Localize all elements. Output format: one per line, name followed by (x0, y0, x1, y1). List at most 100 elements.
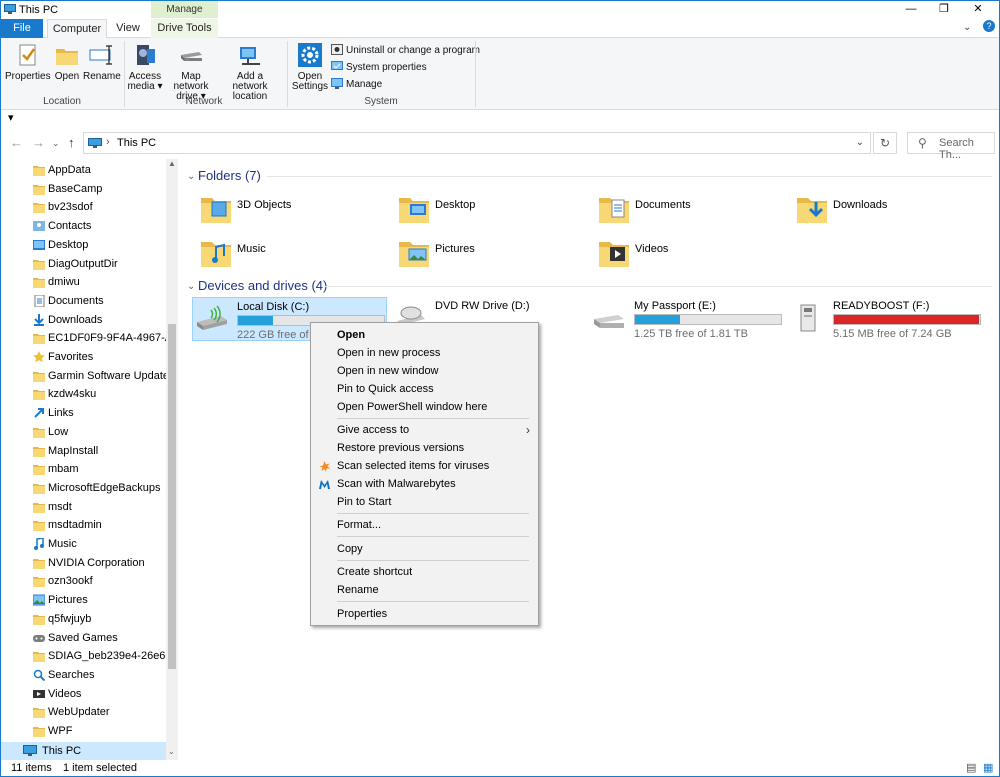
nav-scrollbar[interactable]: ▲ ⌄ (166, 159, 178, 760)
open-button[interactable]: Open (53, 41, 81, 82)
nav-item[interactable]: Downloads (1, 311, 166, 329)
nav-item[interactable]: Contacts (1, 217, 166, 235)
maximize-button[interactable]: ❐ (929, 1, 959, 18)
nav-item-this-pc[interactable]: This PC (1, 742, 166, 760)
folders-header[interactable]: Folders (7) (198, 168, 261, 183)
drive-item[interactable]: READYBOOST (F:) 5.15 MB free of 7.24 GB (789, 297, 984, 341)
menu-properties[interactable]: Properties (313, 605, 536, 623)
menu-open-powershell[interactable]: Open PowerShell window here (313, 398, 536, 416)
nav-item[interactable]: Videos (1, 685, 166, 703)
nav-item[interactable]: Desktop (1, 236, 166, 254)
devices-collapse-icon[interactable]: ⌄ (187, 281, 195, 292)
nav-item[interactable]: MapInstall (1, 442, 166, 460)
tab-file[interactable]: File (1, 19, 43, 38)
folder-item[interactable]: Music (199, 236, 389, 276)
menu-open[interactable]: Open (313, 326, 536, 344)
add-network-location-button[interactable]: Add a network location (219, 41, 281, 102)
menu-scan-viruses[interactable]: Scan selected items for viruses (313, 457, 536, 475)
nav-item[interactable]: WebUpdater (1, 703, 166, 721)
folder-item[interactable]: 3D Objects (199, 192, 389, 232)
menu-open-new-process[interactable]: Open in new process (313, 344, 536, 362)
folder-item[interactable]: Downloads (795, 192, 985, 232)
menu-give-access[interactable]: Give access to › (313, 421, 536, 439)
forward-arrow-icon[interactable]: → (32, 135, 45, 150)
help-icon[interactable]: ? (983, 20, 995, 32)
nav-item[interactable]: BaseCamp (1, 180, 166, 198)
folders-collapse-icon[interactable]: ⌄ (187, 171, 195, 182)
manage-button[interactable]: Manage (331, 78, 382, 90)
address-dropdown-icon[interactable]: ⌄ (856, 137, 864, 148)
breadcrumb[interactable]: This PC (117, 137, 156, 149)
up-arrow-icon[interactable]: ↑ (68, 135, 75, 150)
open-settings-button[interactable]: Open Settings (291, 41, 329, 92)
folder-item[interactable]: Pictures (397, 236, 587, 276)
folder-icon (33, 519, 45, 532)
scrollbar-thumb[interactable] (168, 324, 176, 669)
nav-item[interactable]: WPF (1, 722, 166, 740)
drive-usage-fill (834, 315, 979, 324)
devices-header[interactable]: Devices and drives (4) (198, 278, 327, 293)
nav-item[interactable]: Garmin Software Updates (1, 367, 166, 385)
nav-item[interactable]: SDIAG_beb239e4-26e6-46 (1, 647, 166, 665)
nav-item[interactable]: msdt (1, 498, 166, 516)
nav-item[interactable]: AppData (1, 161, 166, 179)
minimize-button[interactable]: — (896, 1, 926, 18)
nav-item[interactable]: Pictures (1, 591, 166, 609)
nav-item[interactable]: NVIDIA Corporation (1, 554, 166, 572)
menu-format[interactable]: Format... (313, 516, 536, 534)
details-view-icon[interactable]: ▤ (966, 760, 976, 776)
nav-item[interactable]: Documents (1, 292, 166, 310)
refresh-button[interactable]: ↻ (873, 132, 897, 154)
rename-button[interactable]: Rename (83, 41, 121, 82)
back-arrow-icon[interactable]: ← (10, 135, 23, 150)
menu-copy[interactable]: Copy (313, 540, 536, 558)
recent-locations-icon[interactable]: ⌄ (52, 138, 60, 149)
tab-manage[interactable]: Manage (151, 1, 218, 18)
nav-item[interactable]: kzdw4sku (1, 385, 166, 403)
address-bar[interactable]: › This PC ⌄ (83, 132, 871, 154)
ribbon-expand-icon[interactable]: ⌄ (963, 22, 971, 33)
search-input[interactable]: ⚲ Search Th... (907, 132, 995, 161)
scroll-down-icon[interactable]: ⌄ (168, 747, 175, 756)
nav-item[interactable]: Links (1, 404, 166, 422)
menu-restore-versions[interactable]: Restore previous versions (313, 439, 536, 457)
tab-computer[interactable]: Computer (47, 19, 107, 39)
nav-item[interactable]: msdtadmin (1, 516, 166, 534)
menu-rename[interactable]: Rename (313, 581, 536, 599)
nav-item[interactable]: DiagOutputDir (1, 255, 166, 273)
nav-item[interactable]: mbam (1, 460, 166, 478)
folder-item[interactable]: Videos (597, 236, 787, 276)
menu-create-shortcut[interactable]: Create shortcut (313, 563, 536, 581)
menu-scan-malwarebytes[interactable]: Scan with Malwarebytes (313, 475, 536, 493)
breadcrumb-chevron-icon[interactable]: › (106, 136, 110, 148)
tab-view[interactable]: View (109, 19, 147, 38)
access-media-button[interactable]: Access media ▾ (127, 41, 163, 92)
tab-drive-tools[interactable]: Drive Tools (151, 19, 218, 38)
scroll-up-icon[interactable]: ▲ (168, 159, 176, 168)
menu-open-new-window[interactable]: Open in new window (313, 362, 536, 380)
large-icons-view-icon[interactable]: ▦ (983, 760, 993, 776)
nav-item[interactable]: MicrosoftEdgeBackups (1, 479, 166, 497)
nav-item[interactable]: Music (1, 535, 166, 553)
nav-item[interactable]: dmiwu (1, 273, 166, 291)
system-properties-button[interactable]: System properties (331, 61, 427, 73)
drive-item[interactable]: My Passport (E:) 1.25 TB free of 1.81 TB (590, 297, 785, 341)
uninstall-program-button[interactable]: Uninstall or change a program (331, 44, 480, 56)
map-network-drive-button[interactable]: Map network drive ▾ (163, 41, 219, 102)
close-button[interactable]: ✕ (963, 1, 993, 18)
nav-item[interactable]: EC1DF0F9-9F4A-4967-A60 (1, 329, 166, 347)
folder-item[interactable]: Desktop (397, 192, 587, 232)
nav-item[interactable]: ozn3ookf (1, 572, 166, 590)
menu-pin-quick-access[interactable]: Pin to Quick access (313, 380, 536, 398)
properties-button[interactable]: Properties (5, 41, 51, 82)
nav-item[interactable]: Favorites (1, 348, 166, 366)
folder-item[interactable]: Documents (597, 192, 787, 232)
nav-item[interactable]: Saved Games (1, 629, 166, 647)
menu-pin-start[interactable]: Pin to Start (313, 493, 536, 511)
nav-item[interactable]: Searches (1, 666, 166, 684)
nav-item-label: EC1DF0F9-9F4A-4967-A60 (48, 332, 166, 345)
nav-item[interactable]: q5fwjuyb (1, 610, 166, 628)
customize-toolbar-icon[interactable]: ▾ (8, 111, 14, 124)
nav-item[interactable]: bv23sdof (1, 198, 166, 216)
nav-item[interactable]: Low (1, 423, 166, 441)
